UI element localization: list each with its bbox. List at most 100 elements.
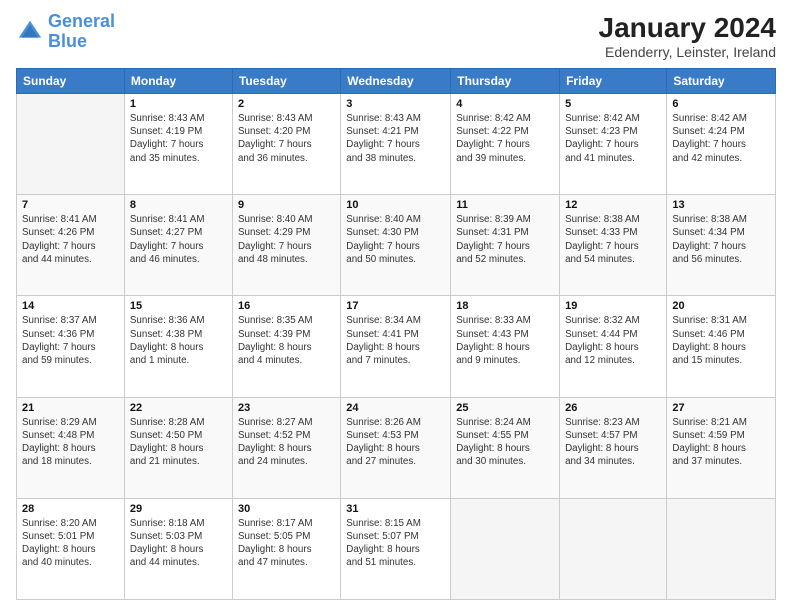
day-number: 17 <box>346 300 445 312</box>
day-info: Sunrise: 8:40 AMSunset: 4:30 PMDaylight:… <box>346 213 445 266</box>
sunset-text: Sunset: 4:50 PM <box>130 429 227 442</box>
page: General Blue January 2024 Edenderry, Lei… <box>0 0 792 612</box>
calendar-cell <box>451 498 560 599</box>
logo-icon <box>16 18 44 46</box>
daylight-text: Daylight: 7 hours <box>22 341 119 354</box>
calendar-cell: 31Sunrise: 8:15 AMSunset: 5:07 PMDayligh… <box>341 498 451 599</box>
sunrise-text: Sunrise: 8:26 AM <box>346 416 445 429</box>
calendar-cell: 5Sunrise: 8:42 AMSunset: 4:23 PMDaylight… <box>560 94 667 195</box>
sunrise-text: Sunrise: 8:27 AM <box>238 416 335 429</box>
sunset-text: Sunset: 4:43 PM <box>456 328 554 341</box>
calendar-subtitle: Edenderry, Leinster, Ireland <box>599 44 776 60</box>
calendar-cell: 4Sunrise: 8:42 AMSunset: 4:22 PMDaylight… <box>451 94 560 195</box>
sunrise-text: Sunrise: 8:23 AM <box>565 416 661 429</box>
sunrise-text: Sunrise: 8:41 AM <box>130 213 227 226</box>
sunrise-text: Sunrise: 8:18 AM <box>130 517 227 530</box>
daylight-text: Daylight: 7 hours <box>130 138 227 151</box>
calendar-table: Sunday Monday Tuesday Wednesday Thursday… <box>16 68 776 600</box>
day-info: Sunrise: 8:39 AMSunset: 4:31 PMDaylight:… <box>456 213 554 266</box>
calendar-cell: 18 Sunrise: 8:33 AMSunset: 4:43 PMDayligh… <box>451 296 560 397</box>
sunset-text: Sunset: 4:41 PM <box>346 328 445 341</box>
day-number: 11 <box>456 199 554 211</box>
day-info: Sunrise: 8:38 AMSunset: 4:33 PMDaylight:… <box>565 213 661 266</box>
daylight-text: Daylight: 7 hours <box>565 138 661 151</box>
sunset-text: Sunset: 5:05 PM <box>238 530 335 543</box>
daylight-text: and 12 minutes. <box>565 354 661 367</box>
sunset-text: Sunset: 4:20 PM <box>238 125 335 138</box>
daylight-text: Daylight: 8 hours <box>565 341 661 354</box>
daylight-text: and 36 minutes. <box>238 152 335 165</box>
daylight-text: Daylight: 8 hours <box>565 442 661 455</box>
sunset-text: Sunset: 4:26 PM <box>22 226 119 239</box>
day-number: 19 <box>565 300 661 312</box>
sunrise-text: Sunrise: 8:42 AM <box>565 112 661 125</box>
sunset-text: Sunset: 4:22 PM <box>456 125 554 138</box>
daylight-text: Daylight: 8 hours <box>672 442 770 455</box>
calendar-cell: 27Sunrise: 8:21 AMSunset: 4:59 PMDayligh… <box>667 397 776 498</box>
day-number: 9 <box>238 199 335 211</box>
calendar-cell: 26 Sunrise: 8:23 AMSunset: 4:57 PMDayligh… <box>560 397 667 498</box>
daylight-text: Daylight: 8 hours <box>346 543 445 556</box>
calendar-cell: 30Sunrise: 8:17 AMSunset: 5:05 PMDayligh… <box>232 498 340 599</box>
col-wednesday: Wednesday <box>341 69 451 94</box>
day-number: 26 <box>565 402 661 414</box>
day-number: 10 <box>346 199 445 211</box>
day-number: 16 <box>238 300 335 312</box>
day-info: Sunrise: 8:23 AMSunset: 4:57 PMDaylight:… <box>565 416 661 469</box>
sunset-text: Sunset: 4:52 PM <box>238 429 335 442</box>
col-sunday: Sunday <box>17 69 125 94</box>
sunset-text: Sunset: 4:53 PM <box>346 429 445 442</box>
day-info: Sunrise: 8:29 AMSunset: 4:48 PMDaylight:… <box>22 416 119 469</box>
daylight-text: Daylight: 8 hours <box>238 442 335 455</box>
day-number: 1 <box>130 98 227 110</box>
daylight-text: and 52 minutes. <box>456 253 554 266</box>
day-info: Sunrise: 8:33 AMSunset: 4:43 PMDaylight:… <box>456 314 554 367</box>
day-number: 18 <box>456 300 554 312</box>
sunrise-text: Sunrise: 8:42 AM <box>672 112 770 125</box>
daylight-text: Daylight: 8 hours <box>456 341 554 354</box>
daylight-text: and 44 minutes. <box>22 253 119 266</box>
sunset-text: Sunset: 4:46 PM <box>672 328 770 341</box>
day-number: 2 <box>238 98 335 110</box>
day-info: Sunrise: 8:42 AMSunset: 4:24 PMDaylight:… <box>672 112 770 165</box>
day-info: Sunrise: 8:41 AMSunset: 4:26 PMDaylight:… <box>22 213 119 266</box>
day-number: 15 <box>130 300 227 312</box>
calendar-body: 1Sunrise: 8:43 AMSunset: 4:19 PMDaylight… <box>17 94 776 600</box>
daylight-text: and 41 minutes. <box>565 152 661 165</box>
calendar-cell: 23 Sunrise: 8:27 AMSunset: 4:52 PMDayligh… <box>232 397 340 498</box>
calendar-cell: 29Sunrise: 8:18 AMSunset: 5:03 PMDayligh… <box>124 498 232 599</box>
daylight-text: Daylight: 7 hours <box>22 240 119 253</box>
sunset-text: Sunset: 4:48 PM <box>22 429 119 442</box>
day-info: Sunrise: 8:24 AMSunset: 4:55 PMDaylight:… <box>456 416 554 469</box>
sunset-text: Sunset: 4:24 PM <box>672 125 770 138</box>
day-info: Sunrise: 8:37 AMSunset: 4:36 PMDaylight:… <box>22 314 119 367</box>
day-number: 23 <box>238 402 335 414</box>
day-number: 3 <box>346 98 445 110</box>
calendar-header: Sunday Monday Tuesday Wednesday Thursday… <box>17 69 776 94</box>
daylight-text: and 7 minutes. <box>346 354 445 367</box>
day-info: Sunrise: 8:15 AMSunset: 5:07 PMDaylight:… <box>346 517 445 570</box>
sunset-text: Sunset: 4:44 PM <box>565 328 661 341</box>
calendar-week-1: 1Sunrise: 8:43 AMSunset: 4:19 PMDaylight… <box>17 94 776 195</box>
sunrise-text: Sunrise: 8:21 AM <box>672 416 770 429</box>
calendar-cell: 17Sunrise: 8:34 AMSunset: 4:41 PMDayligh… <box>341 296 451 397</box>
daylight-text: Daylight: 7 hours <box>456 138 554 151</box>
sunrise-text: Sunrise: 8:28 AM <box>130 416 227 429</box>
sunrise-text: Sunrise: 8:42 AM <box>456 112 554 125</box>
daylight-text: Daylight: 8 hours <box>22 543 119 556</box>
col-friday: Friday <box>560 69 667 94</box>
sunset-text: Sunset: 4:57 PM <box>565 429 661 442</box>
sunrise-text: Sunrise: 8:43 AM <box>238 112 335 125</box>
day-info: Sunrise: 8:20 AMSunset: 5:01 PMDaylight:… <box>22 517 119 570</box>
sunset-text: Sunset: 4:30 PM <box>346 226 445 239</box>
daylight-text: and 39 minutes. <box>456 152 554 165</box>
daylight-text: Daylight: 8 hours <box>22 442 119 455</box>
daylight-text: Daylight: 7 hours <box>346 240 445 253</box>
sunrise-text: Sunrise: 8:40 AM <box>346 213 445 226</box>
day-info: Sunrise: 8:27 AMSunset: 4:52 PMDaylight:… <box>238 416 335 469</box>
day-info: Sunrise: 8:43 AMSunset: 4:21 PMDaylight:… <box>346 112 445 165</box>
day-number: 8 <box>130 199 227 211</box>
daylight-text: and 1 minute. <box>130 354 227 367</box>
daylight-text: Daylight: 8 hours <box>456 442 554 455</box>
sunrise-text: Sunrise: 8:38 AM <box>672 213 770 226</box>
